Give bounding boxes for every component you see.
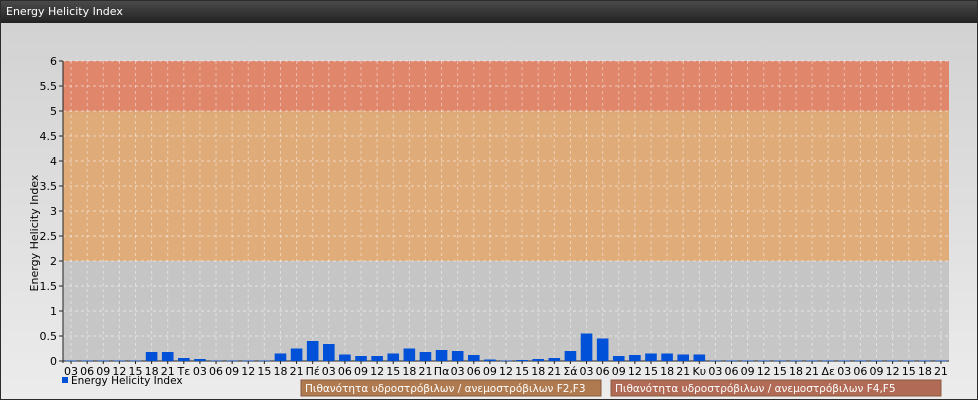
y-tick-label: 3.5	[40, 180, 58, 193]
x-tick-label: 03	[322, 365, 336, 378]
x-tick-label: 18	[402, 365, 416, 378]
x-tick-label: 09	[741, 365, 755, 378]
bar-21	[290, 348, 303, 361]
y-tick-label: 3	[50, 205, 57, 218]
y-tick-label: 5.5	[40, 80, 58, 93]
x-tick-label: 12	[241, 365, 255, 378]
x-tick-label: 12	[499, 365, 513, 378]
x-tick-label: 09	[483, 365, 497, 378]
bar-03	[580, 333, 593, 361]
x-tick-label: 18	[789, 365, 803, 378]
x-tick-label: 03	[451, 365, 465, 378]
x-tick-label: 06	[209, 365, 223, 378]
x-tick-label: 03	[580, 365, 594, 378]
bar-15	[645, 353, 657, 361]
legend-swatch	[62, 377, 68, 383]
x-tick-label: 21	[934, 365, 948, 378]
x-tick-label: 09	[870, 365, 884, 378]
band-legend-label-0: Πιθανότητα υδροστρόβιλων / ανεμοστρόβιλω…	[305, 383, 586, 395]
bar-12	[371, 356, 383, 361]
bar-Κυ	[693, 354, 706, 361]
bar-03	[451, 351, 464, 361]
y-tick-label: 2	[50, 255, 57, 268]
bar-21	[419, 352, 432, 361]
y-tick-label: 0.5	[40, 330, 58, 343]
x-tick-label: 03	[708, 365, 722, 378]
bar-09	[612, 356, 625, 361]
bar-09	[355, 356, 367, 361]
bar-15	[516, 360, 528, 361]
bar-03	[194, 359, 206, 361]
x-tick-label: 09	[225, 365, 239, 378]
x-tick-label: 21	[290, 365, 304, 378]
window-title: Energy Helicity Index	[1, 1, 977, 23]
helicity-chart: 0 0.5 1 1.5 2 2.5 3 3.5 4 4.5 5 5.5 6 Energy Helicity…	[28, 55, 949, 397]
x-tick-label: 09	[612, 365, 626, 378]
bar-06	[467, 355, 480, 361]
x-tick-label: 18	[660, 365, 674, 378]
y-tick-label: 1.5	[40, 280, 58, 293]
x-tick-label: 21	[547, 365, 561, 378]
bar-18	[532, 359, 545, 361]
x-tick-label: 15	[386, 365, 400, 378]
bar-18	[661, 353, 673, 361]
chart-window: Energy Helicity Index 0 0.5 1 1.5 2 2.5 3 3.5 4 4…	[0, 0, 978, 400]
x-tick-label: 18	[531, 365, 545, 378]
x-tick-label: 18	[273, 365, 287, 378]
x-tick-label: 21	[418, 365, 432, 378]
x-tick-label: 03	[837, 365, 851, 378]
y-axis-title: Energy Helicity Index	[28, 174, 41, 291]
x-tick-label: Πα	[434, 365, 450, 378]
bar-06	[596, 338, 609, 361]
x-tick-label: 18	[918, 365, 932, 378]
x-tick-label: 09	[354, 365, 368, 378]
x-tick-label: 12	[886, 365, 900, 378]
bar-18	[274, 353, 287, 361]
legend-label: Energy Helicity Index	[71, 375, 183, 387]
x-tick-label: Δε	[821, 365, 835, 378]
bar-18	[145, 352, 158, 361]
x-tick-label: 15	[644, 365, 658, 378]
x-tick-label: Πέ	[306, 365, 320, 378]
bar-03	[323, 344, 335, 361]
y-tick-label: 6	[50, 55, 57, 68]
x-tick-label: 03	[193, 365, 207, 378]
x-tick-label: 06	[338, 365, 352, 378]
bar-09	[484, 359, 496, 361]
y-tick-label: 4.5	[40, 130, 58, 143]
bar-21	[548, 358, 561, 361]
bar-12	[629, 355, 641, 361]
y-tick-label: 2.5	[40, 230, 58, 243]
band-legend-label-1: Πιθανότητα υδροστρόβιλων / ανεμοστρόβιλω…	[615, 383, 896, 395]
bar-Τε	[178, 358, 190, 361]
chart-area: 0 0.5 1 1.5 2 2.5 3 3.5 4 4.5 5 5.5 6 Energy Helicity…	[1, 23, 977, 399]
x-tick-label: 12	[628, 365, 642, 378]
bar-06	[339, 354, 351, 361]
bar-Σά	[564, 351, 577, 361]
x-tick-label: 06	[467, 365, 481, 378]
y-tick-label: 0	[50, 355, 57, 368]
x-tick-label: 15	[773, 365, 787, 378]
bar-15	[387, 353, 400, 361]
bar-Πα	[435, 350, 448, 361]
x-tick-label: 12	[757, 365, 771, 378]
bar-21	[161, 352, 174, 361]
x-tick-label: 06	[853, 365, 867, 378]
bar-18	[403, 348, 416, 361]
x-tick-label: Κυ	[693, 365, 707, 378]
x-tick-label: 21	[805, 365, 819, 378]
y-tick-label: 1	[50, 305, 57, 318]
x-tick-label: 15	[515, 365, 529, 378]
x-tick-label: 21	[676, 365, 690, 378]
x-tick-label: 15	[257, 365, 271, 378]
x-tick-label: 06	[725, 365, 739, 378]
x-tick-label: 15	[902, 365, 916, 378]
bar-21	[677, 354, 689, 361]
y-tick-label: 5	[50, 105, 57, 118]
x-tick-label: 12	[370, 365, 384, 378]
bar-Πέ	[306, 341, 319, 361]
y-tick-label: 4	[50, 155, 57, 168]
x-tick-label: 06	[596, 365, 610, 378]
x-tick-label: Σά	[563, 365, 577, 378]
